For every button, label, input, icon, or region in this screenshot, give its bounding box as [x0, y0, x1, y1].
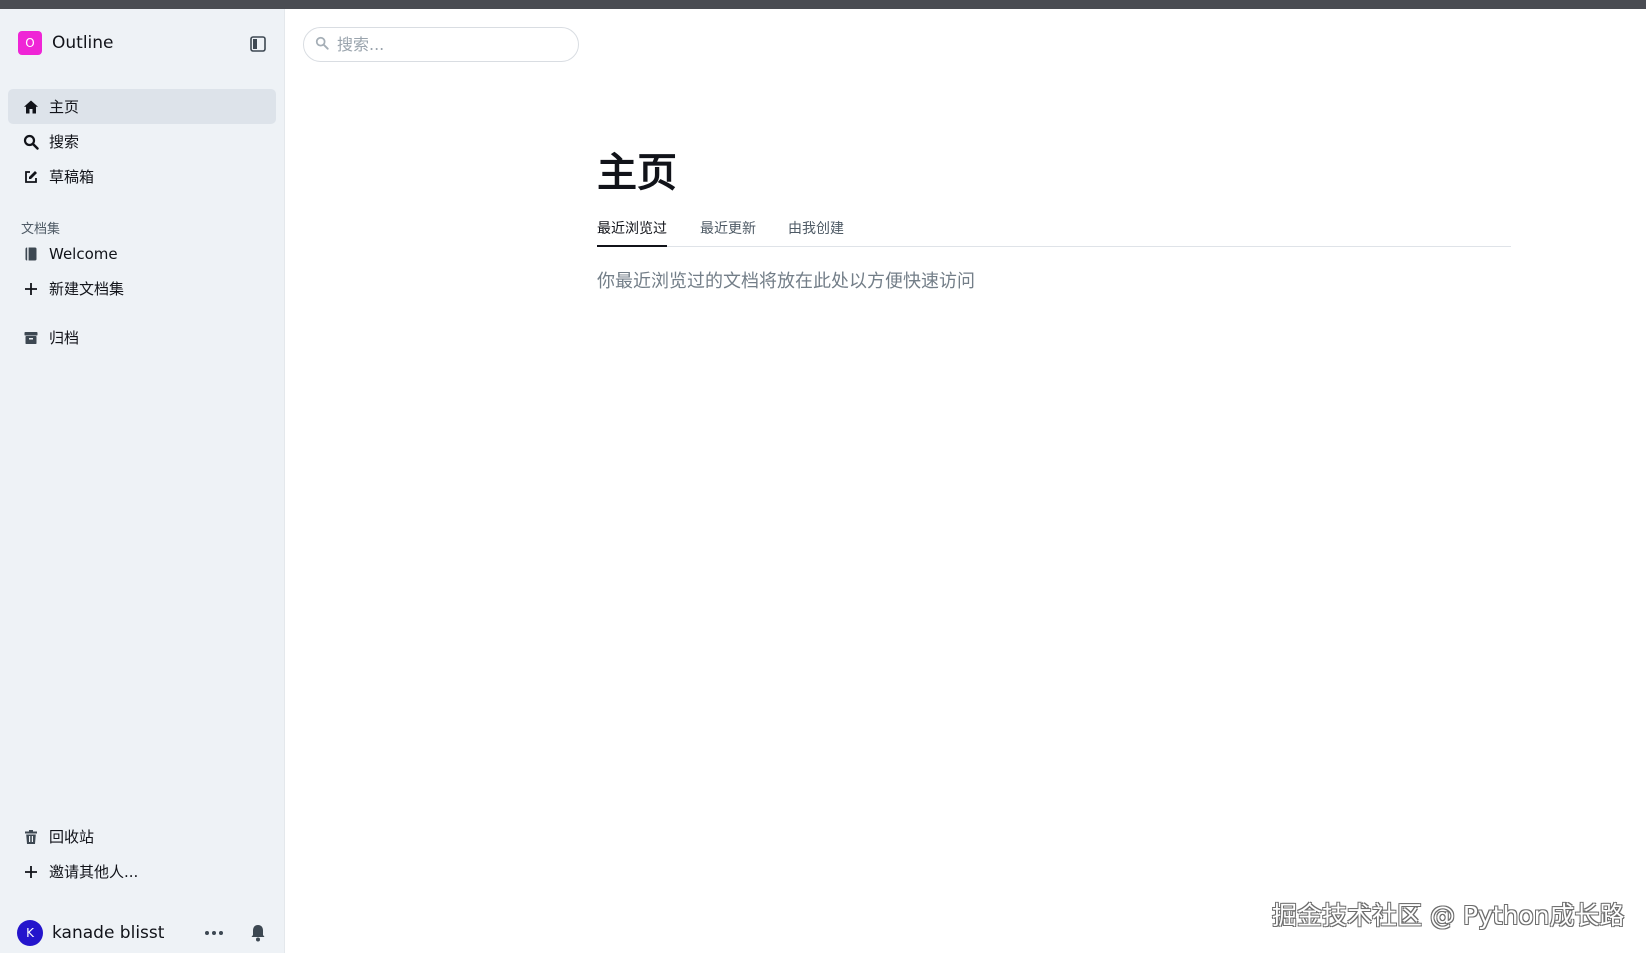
- sidebar-item-drafts[interactable]: 草稿箱: [8, 159, 276, 194]
- new-collection-button[interactable]: 新建文档集: [8, 271, 276, 306]
- workspace-brand[interactable]: O Outline: [18, 31, 114, 55]
- page-title: 主页: [597, 150, 677, 196]
- tab-bar: 最近浏览过 最近更新 由我创建: [597, 218, 1511, 247]
- tab-recently-viewed[interactable]: 最近浏览过: [597, 218, 667, 247]
- workspace-logo: O: [18, 31, 42, 55]
- sidebar-item-label: 草稿箱: [49, 168, 95, 186]
- sidebar-item-label: 归档: [49, 329, 80, 347]
- sidebar-item-welcome[interactable]: Welcome: [8, 236, 276, 271]
- search-icon: [315, 35, 329, 54]
- sidebar: O Outline 主页 搜索 草稿箱 文档集 Welcome 新建文档集 归档…: [0, 9, 285, 953]
- workspace-name: Outline: [52, 33, 114, 53]
- search-input[interactable]: [337, 35, 557, 54]
- empty-state-message: 你最近浏览过的文档将放在此处以方便快速访问: [597, 271, 975, 292]
- sidebar-item-label: 搜索: [49, 133, 80, 151]
- tab-created-by-me[interactable]: 由我创建: [788, 218, 844, 247]
- user-menu[interactable]: K kanade blisst: [17, 920, 164, 946]
- edit-icon: [22, 168, 40, 186]
- sidebar-item-label: 邀请其他人...: [49, 863, 139, 881]
- tab-recently-updated[interactable]: 最近更新: [700, 218, 756, 247]
- avatar: K: [17, 920, 43, 946]
- sidebar-item-search[interactable]: 搜索: [8, 124, 276, 159]
- search-icon: [22, 133, 40, 151]
- more-icon[interactable]: [202, 922, 226, 944]
- archive-icon: [22, 329, 40, 347]
- sidebar-toggle-icon[interactable]: [247, 33, 269, 55]
- sidebar-item-archive[interactable]: 归档: [8, 320, 276, 355]
- sidebar-item-label: 新建文档集: [49, 280, 125, 298]
- plus-icon: [22, 863, 40, 881]
- collections-section-label: 文档集: [21, 222, 61, 237]
- book-icon: [22, 245, 40, 263]
- search-field[interactable]: [303, 27, 579, 62]
- bell-icon[interactable]: [247, 922, 269, 944]
- sidebar-item-label: Welcome: [49, 244, 118, 263]
- invite-people-button[interactable]: 邀请其他人...: [8, 854, 276, 889]
- window-top-bar: [0, 0, 1646, 9]
- plus-icon: [22, 280, 40, 298]
- sidebar-item-label: 回收站: [49, 828, 95, 846]
- home-icon: [22, 98, 40, 116]
- sidebar-item-home[interactable]: 主页: [8, 89, 276, 124]
- sidebar-item-label: 主页: [49, 98, 80, 116]
- watermark-text: 掘金技术社区 @ Python成长路: [1272, 901, 1625, 930]
- sidebar-item-trash[interactable]: 回收站: [8, 819, 276, 854]
- user-name: kanade blisst: [52, 923, 165, 943]
- trash-icon: [22, 828, 40, 846]
